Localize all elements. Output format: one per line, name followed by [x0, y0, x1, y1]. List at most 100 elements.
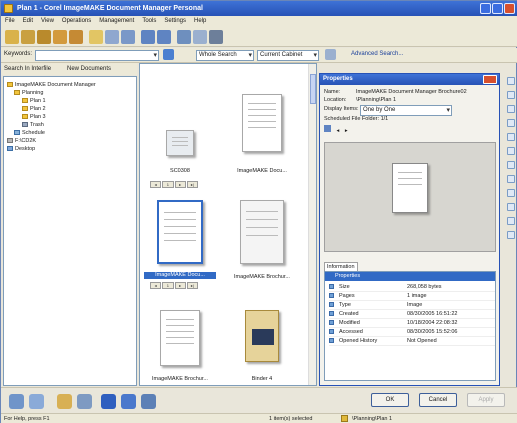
- copy-icon[interactable]: [89, 30, 103, 44]
- thumbnail-caption: SC0308: [170, 168, 190, 174]
- menu-help[interactable]: Help: [194, 16, 206, 27]
- menu-management[interactable]: Management: [99, 16, 134, 27]
- image-icon[interactable]: [121, 394, 136, 409]
- undo-icon[interactable]: [141, 30, 155, 44]
- properties-title-bar: Properties: [320, 74, 499, 85]
- minimize-button[interactable]: [480, 3, 491, 14]
- property-icon: [329, 293, 334, 299]
- tree-item[interactable]: F:\CD2K: [7, 137, 36, 145]
- fax-icon[interactable]: [77, 394, 92, 409]
- tree-item[interactable]: ImageMAKE Document Manager: [7, 81, 96, 89]
- status-location: \Planning\Plan 1: [352, 416, 393, 422]
- page-navigator[interactable]: ◂ 1 ▸ ▸|: [150, 181, 198, 188]
- stamp-icon[interactable]: [507, 189, 515, 197]
- grid-icon[interactable]: [209, 30, 223, 44]
- rotate-icon[interactable]: [507, 105, 515, 113]
- filter-icon[interactable]: [325, 49, 336, 60]
- scanner-icon[interactable]: [9, 394, 24, 409]
- new-documents-button[interactable]: New Documents: [67, 63, 111, 75]
- album-icon[interactable]: [141, 394, 156, 409]
- menu-settings[interactable]: Settings: [164, 16, 186, 27]
- tree-item[interactable]: Plan 1: [22, 97, 46, 105]
- page-number: 1: [162, 282, 174, 289]
- display-label: Display Items:: [324, 106, 359, 112]
- files-value: 1/1: [380, 116, 389, 122]
- trash-icon: [22, 122, 28, 128]
- menu-operations[interactable]: Operations: [62, 16, 91, 27]
- tree-item[interactable]: Desktop: [7, 145, 35, 153]
- menu-edit[interactable]: Edit: [23, 16, 33, 27]
- search-icon[interactable]: [163, 49, 174, 60]
- last-page-button[interactable]: ▸|: [186, 282, 198, 289]
- files-label: Scheduled File Folder:: [324, 116, 380, 122]
- advanced-search-link[interactable]: Advanced Search...: [351, 48, 403, 61]
- view-mode-icon[interactable]: [177, 30, 191, 44]
- prev-icon[interactable]: ◂: [337, 128, 340, 134]
- tree-item[interactable]: Schedule: [14, 129, 45, 137]
- tree-item[interactable]: Planning: [14, 89, 43, 97]
- scope-select[interactable]: Current Cabinet: [257, 50, 319, 61]
- properties-close-button[interactable]: [483, 75, 497, 84]
- menu-file[interactable]: File: [5, 16, 15, 27]
- next-page-button[interactable]: ▸: [174, 282, 186, 289]
- page-number: 1: [162, 181, 174, 188]
- mail-icon[interactable]: [507, 217, 515, 225]
- page-navigator[interactable]: ◂ 1 ▸ ▸|: [150, 282, 198, 289]
- last-page-button[interactable]: ▸|: [186, 181, 198, 188]
- tree-item[interactable]: Plan 2: [22, 105, 46, 113]
- zoom-out-icon[interactable]: [507, 91, 515, 99]
- close-button[interactable]: [504, 3, 515, 14]
- schedule-icon: [14, 130, 20, 136]
- scan-icon[interactable]: [121, 30, 135, 44]
- vertical-scrollbar[interactable]: [308, 64, 316, 385]
- scroll-thumb[interactable]: [310, 74, 316, 104]
- page-icon[interactable]: [105, 30, 119, 44]
- print-icon[interactable]: [507, 203, 515, 211]
- side-toolbar: [504, 73, 517, 386]
- prev-page-button[interactable]: ◂: [150, 181, 162, 188]
- new-folder-icon[interactable]: [5, 30, 19, 44]
- export-icon[interactable]: [507, 231, 515, 239]
- next-icon[interactable]: ▸: [345, 128, 348, 134]
- cabinet-icon[interactable]: [37, 30, 51, 44]
- ok-button[interactable]: OK: [371, 393, 409, 407]
- fit-icon[interactable]: [507, 119, 515, 127]
- info-row: Pages 1 image: [329, 292, 495, 301]
- zoom-in-icon[interactable]: [507, 77, 515, 85]
- tree-item[interactable]: Plan 3: [22, 113, 46, 121]
- status-selected: 1 item(s) selected: [269, 416, 313, 422]
- annotate-icon[interactable]: [507, 161, 515, 169]
- pan-icon[interactable]: [507, 147, 515, 155]
- highlight-icon[interactable]: [507, 175, 515, 183]
- folder-icon[interactable]: [69, 30, 83, 44]
- thumbnail-image: [166, 130, 194, 156]
- mail-icon[interactable]: [57, 394, 72, 409]
- redo-icon[interactable]: [157, 30, 171, 44]
- maximize-button[interactable]: [492, 3, 503, 14]
- binder-icon[interactable]: [53, 30, 67, 44]
- property-icon: [329, 338, 334, 344]
- thumbnail-image: [242, 94, 282, 152]
- menu-tools[interactable]: Tools: [142, 16, 156, 27]
- next-page-button[interactable]: ▸: [174, 181, 186, 188]
- cancel-button[interactable]: Cancel: [419, 393, 457, 407]
- tab-information[interactable]: Information: [324, 262, 358, 271]
- search-in-label: Search In Interfile: [4, 66, 52, 72]
- thumbnail-caption: ImageMAKE Brochur...: [234, 274, 290, 280]
- menu-view[interactable]: View: [41, 16, 54, 27]
- keywords-input[interactable]: [35, 50, 159, 61]
- apply-button[interactable]: Apply: [467, 393, 505, 407]
- select-icon[interactable]: [507, 133, 515, 141]
- properties-panel: Properties Name: ImageMAKE Document Manag…: [319, 73, 500, 386]
- open-folder-icon[interactable]: [21, 30, 35, 44]
- search-mode-select[interactable]: Whole Search: [196, 50, 254, 61]
- details-icon[interactable]: [193, 30, 207, 44]
- prev-page-button[interactable]: ◂: [150, 282, 162, 289]
- camera-icon[interactable]: [29, 394, 44, 409]
- page-list-icon[interactable]: [324, 125, 331, 132]
- app-window: Plan 1 - Corel ImageMAKE Document Manage…: [0, 0, 517, 423]
- tree-item[interactable]: Trash: [22, 121, 44, 129]
- thumbnail-image: [240, 200, 284, 264]
- info-row: Size 268,058 bytes: [329, 283, 495, 292]
- document-icon[interactable]: [101, 394, 116, 409]
